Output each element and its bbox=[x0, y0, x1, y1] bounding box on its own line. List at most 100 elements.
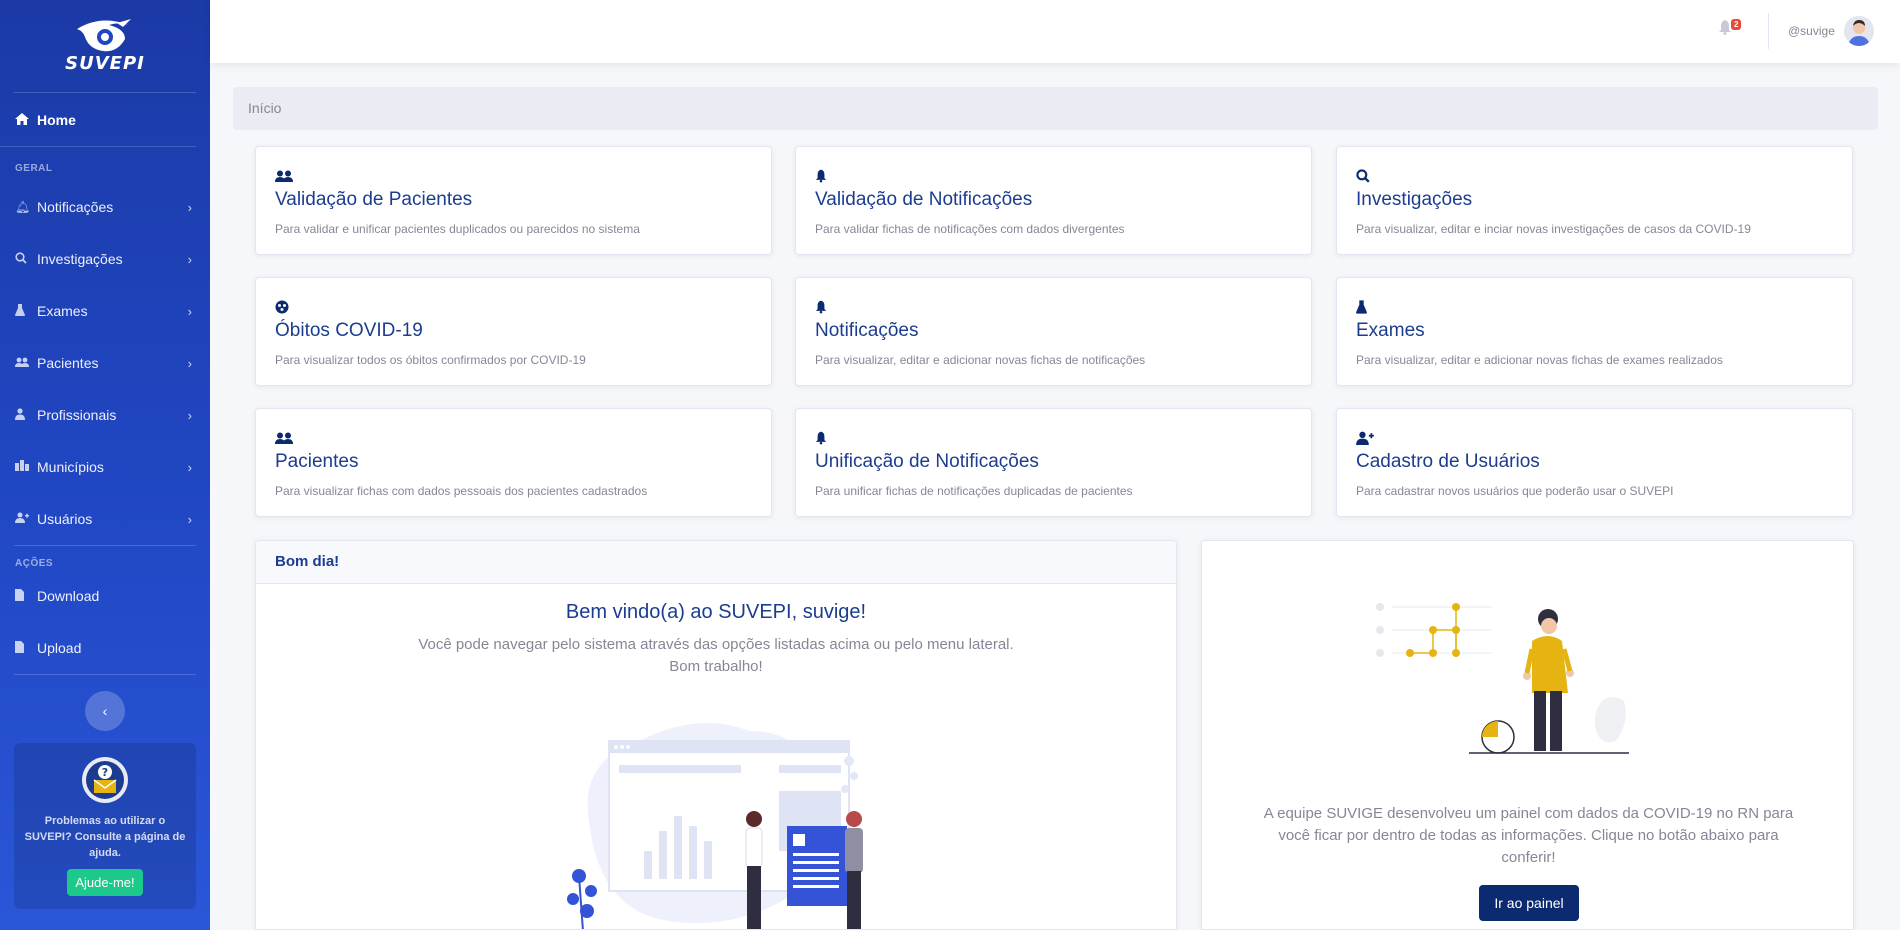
card-description: Para cadastrar novos usuários que poderã… bbox=[1356, 484, 1674, 498]
topbar: 2 @suvige bbox=[210, 0, 1900, 63]
user-plus-icon bbox=[1356, 431, 1833, 447]
virus-icon bbox=[275, 300, 752, 316]
help-text: Problemas ao utilizar o SUVEPI? Consulte… bbox=[24, 815, 186, 859]
breadcrumb-item-inicio[interactable]: Início bbox=[248, 100, 281, 116]
sidebar-item-label: Home bbox=[37, 111, 76, 128]
users-icon bbox=[275, 431, 752, 447]
card-validacao-pacientes[interactable]: Validação de Pacientes Para validar e un… bbox=[255, 146, 772, 255]
card-title: Pacientes bbox=[275, 451, 359, 472]
welcome-title: Bem vindo(a) ao SUVEPI, suvige! bbox=[565, 601, 867, 623]
bell-icon bbox=[815, 169, 1292, 185]
card-description: Para validar fichas de notificações com … bbox=[815, 222, 1125, 236]
card-investigacoes[interactable]: Investigações Para visualizar, editar e … bbox=[1336, 146, 1853, 255]
painel-text: A equipe SUVIGE desenvolveu um painel co… bbox=[1263, 805, 1794, 866]
bell-icon bbox=[815, 300, 1292, 316]
painel-panel: A equipe SUVIGE desenvolveu um painel co… bbox=[1201, 540, 1854, 930]
card-validacao-notificacoes[interactable]: Validação de Notificações Para validar f… bbox=[795, 146, 1312, 255]
breadcrumb: Início bbox=[233, 87, 1878, 130]
topbar-divider bbox=[1768, 13, 1769, 49]
flask-icon bbox=[15, 303, 31, 319]
sidebar-item-label: Profissionais bbox=[37, 407, 117, 423]
ir-ao-painel-button[interactable]: Ir ao painel bbox=[1479, 885, 1579, 921]
sidebar-item-label: Pacientes bbox=[37, 355, 99, 371]
card-title: Óbitos COVID-19 bbox=[275, 320, 423, 341]
sidebar-item-download[interactable]: Download bbox=[0, 570, 210, 622]
chevron-right-icon: › bbox=[187, 355, 192, 371]
username[interactable]: @suvige bbox=[1788, 24, 1835, 38]
card-title: Exames bbox=[1356, 320, 1425, 341]
card-exames[interactable]: Exames Para visualizar, editar e adicion… bbox=[1336, 277, 1853, 386]
sidebar-item-upload[interactable]: Upload bbox=[0, 622, 210, 674]
notification-count-badge: 2 bbox=[1731, 19, 1742, 30]
chevron-right-icon: › bbox=[187, 303, 192, 319]
users-icon bbox=[275, 169, 752, 185]
brand-logo[interactable]: SUVEPI bbox=[14, 0, 196, 93]
card-title: Validação de Notificações bbox=[815, 189, 1033, 210]
sidebar-heading-acoes: AÇÕES bbox=[15, 558, 54, 569]
sidebar-item-label: Download bbox=[37, 588, 100, 604]
sidebar-divider bbox=[14, 545, 196, 546]
file-icon bbox=[15, 640, 31, 656]
card-title: Investigações bbox=[1356, 189, 1473, 210]
welcome-line-1: Você pode navegar pelo sistema através d… bbox=[418, 636, 1014, 653]
card-description: Para visualizar, editar e inciar novas i… bbox=[1356, 222, 1751, 236]
welcome-header: Bom dia! bbox=[256, 541, 1176, 584]
chevron-right-icon: › bbox=[187, 251, 192, 267]
sidebar-item-label: Usuários bbox=[37, 511, 93, 527]
sidebar-item-exames[interactable]: Exames › bbox=[0, 285, 210, 337]
sidebar-item-label: Notificações bbox=[37, 199, 114, 215]
card-pacientes[interactable]: Pacientes Para visualizar fichas com dad… bbox=[255, 408, 772, 517]
sidebar-item-notificacoes[interactable]: 🔔︎ Notificações › bbox=[0, 181, 210, 233]
card-description: Para visualizar todos os óbitos confirma… bbox=[275, 353, 586, 367]
card-description: Para validar e unificar pacientes duplic… bbox=[275, 222, 640, 236]
welcome-line-2: Bom trabalho! bbox=[669, 658, 763, 675]
chevron-left-icon: ‹ bbox=[102, 703, 108, 719]
sidebar-toggle-button[interactable]: ‹ bbox=[85, 691, 125, 731]
card-notificacoes[interactable]: Notificações Para visualizar, editar e a… bbox=[795, 277, 1312, 386]
card-description: Para unificar fichas de notificações dup… bbox=[815, 484, 1133, 498]
chevron-right-icon: › bbox=[187, 199, 192, 215]
card-title: Unificação de Notificações bbox=[815, 451, 1039, 472]
card-description: Para visualizar, editar e adicionar nova… bbox=[815, 353, 1146, 367]
search-icon bbox=[15, 251, 31, 267]
sidebar-item-label: Investigações bbox=[37, 251, 123, 267]
sidebar-item-pacientes[interactable]: Pacientes › bbox=[0, 337, 210, 389]
help-card: ? Problemas ao utilizar o SUVEPI? Consul… bbox=[14, 743, 196, 909]
help-question-icon: ? bbox=[82, 757, 128, 803]
search-icon bbox=[1356, 169, 1833, 185]
card-title: Notificações bbox=[815, 320, 919, 341]
flask-icon bbox=[1356, 300, 1833, 316]
sidebar-item-investigacoes[interactable]: Investigações › bbox=[0, 233, 210, 285]
card-cadastro-usuarios[interactable]: Cadastro de Usuários Para cadastrar novo… bbox=[1336, 408, 1853, 517]
card-unificacao-notificacoes[interactable]: Unificação de Notificações Para unificar… bbox=[795, 408, 1312, 517]
sidebar-item-home[interactable]: Home bbox=[0, 93, 196, 147]
chevron-right-icon: › bbox=[187, 511, 192, 527]
analytics-illustration bbox=[1376, 603, 1629, 754]
home-icon bbox=[15, 112, 29, 128]
dashboard-illustration bbox=[567, 723, 863, 929]
sidebar-item-label: Upload bbox=[37, 640, 82, 656]
sidebar-item-usuarios[interactable]: Usuários › bbox=[0, 493, 210, 545]
sidebar-item-municipios[interactable]: Municípios › bbox=[0, 441, 210, 493]
eye-logo-icon bbox=[77, 18, 133, 51]
bell-icon bbox=[815, 431, 1292, 447]
sidebar-item-label: Exames bbox=[37, 303, 88, 319]
chevron-right-icon: › bbox=[187, 407, 192, 423]
welcome-panel: Bom dia! Bem vindo(a) ao SUVEPI, suvige!… bbox=[255, 540, 1177, 930]
card-title: Validação de Pacientes bbox=[275, 189, 473, 210]
card-description: Para visualizar, editar e adicionar nova… bbox=[1356, 353, 1723, 367]
avatar[interactable] bbox=[1844, 16, 1874, 46]
users-icon bbox=[15, 356, 31, 370]
chevron-right-icon: › bbox=[187, 459, 192, 475]
notifications-bell-icon[interactable] bbox=[1718, 20, 1732, 39]
welcome-text: Você pode navegar pelo sistema através d… bbox=[256, 634, 1176, 678]
sidebar-item-profissionais[interactable]: Profissionais › bbox=[0, 389, 210, 441]
brand-name: SUVEPI bbox=[65, 52, 145, 74]
help-button[interactable]: Ajude-me! bbox=[67, 869, 143, 896]
card-obitos-covid[interactable]: Óbitos COVID-19 Para visualizar todos os… bbox=[255, 277, 772, 386]
card-title: Cadastro de Usuários bbox=[1356, 451, 1540, 472]
sidebar-item-label: Municípios bbox=[37, 459, 104, 475]
user-plus-icon bbox=[15, 512, 31, 526]
svg-text:?: ? bbox=[102, 766, 108, 779]
sidebar-heading-geral: GERAL bbox=[15, 163, 53, 174]
